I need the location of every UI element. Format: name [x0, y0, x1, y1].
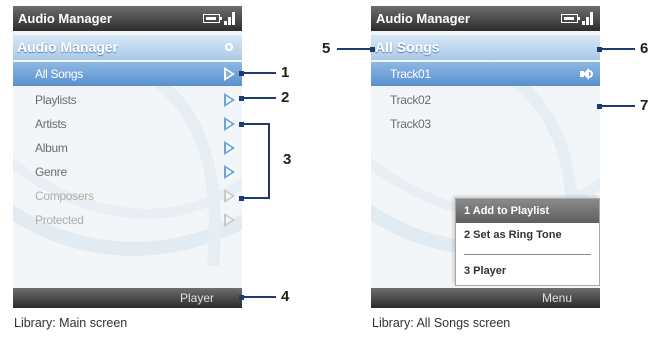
menu-add-to-playlist[interactable]: 1 Add to Playlist	[456, 199, 599, 223]
callout-dot	[370, 47, 375, 52]
header-title: Audio Manager	[17, 39, 119, 55]
caption-main-screen: Library: Main screen	[14, 316, 128, 330]
menu-item-album[interactable]: Album	[13, 136, 242, 160]
menu-item-label: Artists	[35, 117, 67, 131]
menu-item-label: Playlists	[35, 93, 77, 107]
header-bar: All Songs	[371, 35, 600, 60]
menu-item-genre[interactable]: Genre	[13, 160, 242, 184]
callout-bracket	[268, 123, 270, 199]
caption-all-songs-screen: Library: All Songs screen	[372, 316, 511, 330]
arrow-right-icon	[224, 165, 235, 179]
track-label: Track02	[390, 93, 431, 107]
track-item[interactable]: Track03	[371, 112, 600, 136]
context-menu: 1 Add to Playlist 2 Set as Ring Tone 3 P…	[455, 198, 600, 286]
callout-line	[242, 296, 276, 298]
track-item[interactable]: Track01	[371, 62, 600, 86]
speaker-icon	[579, 67, 593, 81]
signal-icon	[582, 11, 595, 25]
arrow-right-icon	[224, 141, 235, 155]
battery-icon	[203, 14, 222, 23]
callout-number-3: 3	[283, 151, 292, 168]
callout-line	[337, 48, 372, 50]
callout-number-5: 5	[322, 40, 331, 57]
menu-item-label: Composers	[35, 189, 94, 203]
track-label: Track01	[390, 67, 431, 81]
app-title: Audio Manager	[376, 11, 470, 26]
menu-item-composers[interactable]: Composers	[13, 184, 242, 208]
track-label: Track03	[390, 117, 431, 131]
callout-line	[242, 72, 276, 74]
menu-item-protected[interactable]: Protected	[13, 208, 242, 232]
callout-line	[242, 123, 270, 125]
search-icon[interactable]	[225, 43, 233, 51]
callout-number-6: 6	[640, 40, 649, 57]
battery-icon	[561, 14, 580, 23]
menu-item-artists[interactable]: Artists	[13, 112, 242, 136]
main-screen: Audio Manager Audio Manager All Songs Pl…	[13, 6, 242, 308]
menu-item-label: All Songs	[35, 67, 83, 81]
callout-number-4: 4	[281, 288, 290, 305]
callout-line	[600, 105, 635, 107]
callout-number-7: 7	[640, 97, 649, 114]
menu-item-playlists[interactable]: Playlists	[13, 88, 242, 112]
arrow-right-icon	[224, 189, 235, 203]
header-title: All Songs	[375, 39, 440, 55]
softkey-player[interactable]: Player	[180, 288, 214, 308]
menu-item-label: Protected	[35, 213, 84, 227]
menu-item-label: Album	[35, 141, 68, 155]
callout-number-1: 1	[281, 64, 290, 81]
signal-icon	[224, 11, 237, 25]
callout-line	[242, 97, 276, 99]
softkey-bar: Player	[13, 288, 242, 308]
arrow-right-icon	[224, 117, 235, 131]
arrow-right-icon	[224, 67, 235, 81]
app-title: Audio Manager	[18, 11, 112, 26]
softkey-menu[interactable]: Menu	[542, 288, 572, 308]
callout-number-2: 2	[281, 89, 290, 106]
menu-set-ring-tone[interactable]: 2 Set as Ring Tone	[456, 223, 599, 247]
menu-item-label: Genre	[35, 165, 67, 179]
track-item[interactable]: Track02	[371, 88, 600, 112]
menu-player[interactable]: 3 Player	[456, 259, 599, 283]
menu-item-all-songs[interactable]: All Songs	[13, 62, 242, 86]
callout-line	[600, 48, 635, 50]
arrow-right-icon	[224, 213, 235, 227]
arrow-right-icon	[224, 93, 235, 107]
menu-divider	[464, 254, 591, 255]
title-bar: Audio Manager	[371, 6, 600, 31]
callout-line	[242, 197, 270, 199]
title-bar: Audio Manager	[13, 6, 242, 31]
header-bar: Audio Manager	[13, 35, 242, 60]
softkey-bar: Menu	[371, 288, 600, 308]
